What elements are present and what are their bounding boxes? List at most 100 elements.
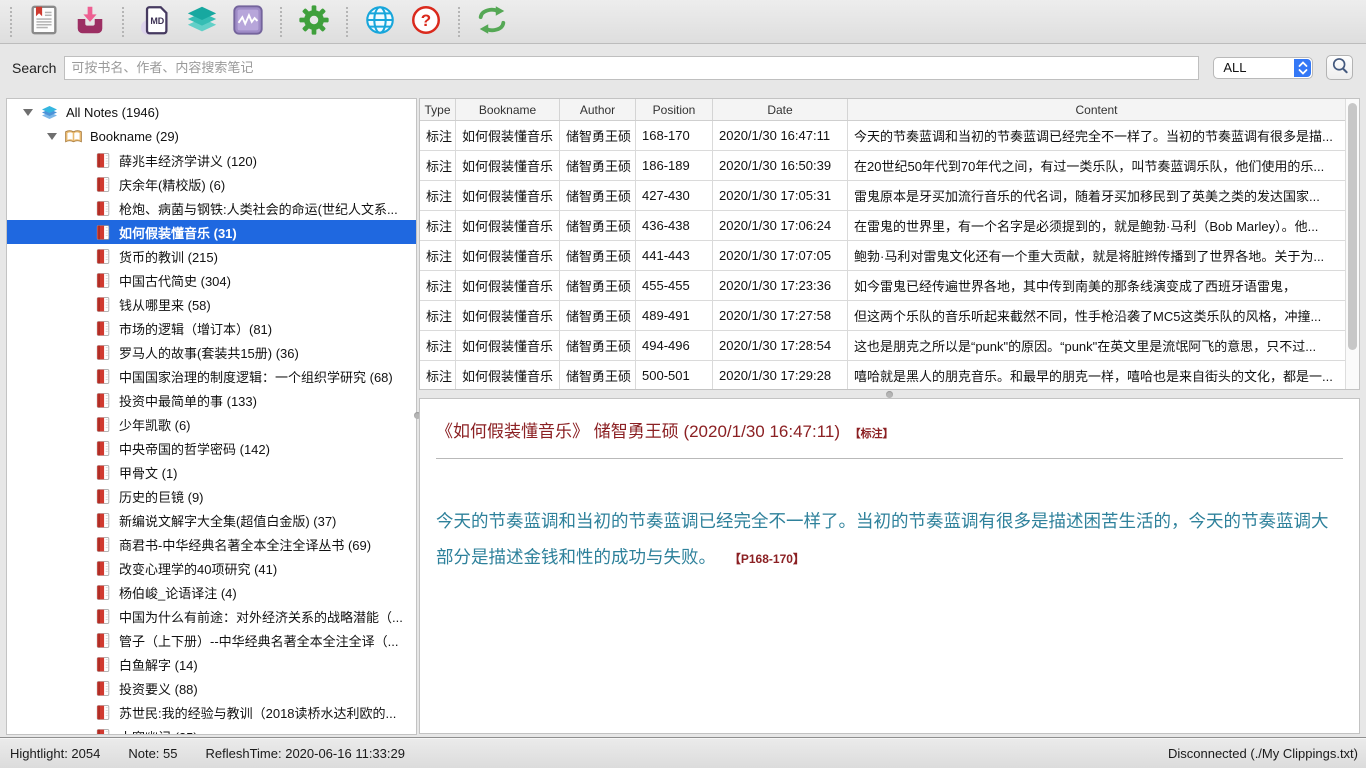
disclosure-triangle-icon[interactable] [47,133,57,140]
sidebar-book-item[interactable]: 管子（上下册）--中华经典名著全本全注全译（... [7,628,416,652]
table-row[interactable]: 标注 如何假装懂音乐 储智勇王硕 455-455 2020/1/30 17:23… [420,271,1345,301]
horizontal-splitter-handle[interactable] [886,391,893,398]
table-row[interactable]: 标注 如何假装懂音乐 储智勇王硕 441-443 2020/1/30 17:07… [420,241,1345,271]
sidebar-book-item[interactable]: 如何假装懂音乐 (31) [7,220,416,244]
sidebar-book-item[interactable]: 苏世民:我的经验与教训（2018读桥水达利欧的... [7,700,416,724]
table-scrollbar-track[interactable] [1345,99,1359,389]
cell-content: 鲍勃·马利对雷鬼文化还有一个重大贡献，就是将脏辫传播到了世界各地。关于为... [848,241,1345,270]
note-detail-body: 今天的节奏蓝调和当初的节奏蓝调已经完全不一样了。当初的节奏蓝调有很多是描述困苦生… [436,503,1343,577]
table-row[interactable]: 标注 如何假装懂音乐 储智勇王硕 494-496 2020/1/30 17:28… [420,331,1345,361]
cell-content: 在20世纪50年代到70年代之间，有过一类乐队，叫节奏蓝调乐队，他们使用的乐..… [848,151,1345,180]
red-book-icon [93,224,112,241]
sidebar-book-item[interactable]: 庆余年(精校版) (6) [7,172,416,196]
column-header-bookname[interactable]: Bookname [456,99,560,120]
sidebar-book-item[interactable]: 投资要义 (88) [7,676,416,700]
sidebar-book-item[interactable]: 中国为什么有前途：对外经济关系的战略潜能（... [7,604,416,628]
refresh-time: RefleshTime: 2020-06-16 11:33:29 [206,746,405,761]
column-header-position[interactable]: Position [636,99,713,120]
sidebar-item-bookname-group[interactable]: Bookname (29) [7,124,416,148]
red-book-icon [93,392,112,409]
question-mark-icon: ? [409,3,443,40]
sidebar-book-item[interactable]: 市场的逻辑（增订本）(81) [7,316,416,340]
sidebar-book-item[interactable]: 小窗幽记 (35) [7,724,416,735]
cell-bookname: 如何假装懂音乐 [456,241,560,270]
sidebar-book-item[interactable]: 杨伯峻_论语译注 (4) [7,580,416,604]
search-input[interactable] [64,56,1199,80]
table-row[interactable]: 标注 如何假装懂音乐 储智勇王硕 168-170 2020/1/30 16:47… [420,121,1345,151]
sidebar-item-all-notes[interactable]: All Notes (1946) [7,100,416,124]
table-scrollbar-thumb[interactable] [1348,103,1357,350]
red-book-icon [93,680,112,697]
table-row[interactable]: 标注 如何假装懂音乐 储智勇王硕 427-430 2020/1/30 17:05… [420,181,1345,211]
filter-dropdown[interactable]: ALL [1213,57,1313,79]
red-book-icon [93,344,112,361]
status-bar: Hightlight: 2054 Note: 55 RefleshTime: 2… [0,737,1366,768]
red-book-icon [93,608,112,625]
help-button[interactable]: ? [408,4,444,40]
search-go-button[interactable] [1326,55,1353,80]
sidebar-book-item[interactable]: 枪炮、病菌与钢铁:人类社会的命运(世纪人文系... [7,196,416,220]
cell-content: 如今雷鬼已经传遍世界各地，其中传到南美的那条线演变成了西班牙语雷鬼， [848,271,1345,300]
search-row: Search ALL [0,45,1366,90]
book-list: 薛兆丰经济学讲义 (120) 庆余年(精校版) (6) [7,148,416,735]
sync-arrows-icon [475,3,509,40]
sidebar-book-item[interactable]: 商君书-中华经典名著全本全注全译丛书 (69) [7,532,416,556]
sidebar-book-item[interactable]: 少年凯歌 (6) [7,412,416,436]
sidebar-book-item[interactable]: 甲骨文 (1) [7,460,416,484]
disclosure-triangle-icon[interactable] [23,109,33,116]
cell-position: 436-438 [636,211,713,240]
sidebar-book-item[interactable]: 货币的教训 (215) [7,244,416,268]
cell-date: 2020/1/30 16:47:11 [713,121,848,150]
cell-content: 雷鬼原本是牙买加流行音乐的代名词，随着牙买加移民到了英美之类的发达国家... [848,181,1345,210]
note-detail-title: 《如何假装懂音乐》 储智勇王硕 (2020/1/30 16:47:11) [436,422,840,441]
sidebar-book-item[interactable]: 钱从哪里来 (58) [7,292,416,316]
table-row[interactable]: 标注 如何假装懂音乐 储智勇王硕 500-501 2020/1/30 17:29… [420,361,1345,390]
markdown-export-button[interactable]: MD [138,4,174,40]
notes-document-icon [27,3,61,40]
layers-button[interactable] [184,4,220,40]
cell-bookname: 如何假装懂音乐 [456,361,560,390]
chevron-up-down-icon [1294,59,1311,77]
notes-document-button[interactable] [26,4,62,40]
book-label: 白鱼解字 (14) [119,655,198,674]
cell-author: 储智勇王硕 [560,121,636,150]
notes-table-body: 标注 如何假装懂音乐 储智勇王硕 168-170 2020/1/30 16:47… [420,121,1345,389]
column-header-type[interactable]: Type [420,99,456,120]
table-row[interactable]: 标注 如何假装懂音乐 储智勇王硕 436-438 2020/1/30 17:06… [420,211,1345,241]
settings-button[interactable] [296,4,332,40]
book-label: 投资要义 (88) [119,679,198,698]
note-position-tag: 【P168-170】 [729,552,805,566]
sidebar-book-item[interactable]: 历史的巨镜 (9) [7,484,416,508]
sidebar-book-item[interactable]: 改变心理学的40项研究 (41) [7,556,416,580]
book-label: 薛兆丰经济学讲义 (120) [119,151,257,170]
all-notes-stack-icon [40,104,59,121]
column-header-content[interactable]: Content [848,99,1345,120]
sidebar-book-item[interactable]: 投资中最简单的事 (133) [7,388,416,412]
red-book-icon [93,728,112,736]
sidebar-book-item[interactable]: 中国古代简史 (304) [7,268,416,292]
sidebar-book-item[interactable]: 新编说文解字大全集(超值白金版) (37) [7,508,416,532]
sidebar-book-item[interactable]: 白鱼解字 (14) [7,652,416,676]
book-label: 苏世民:我的经验与教训（2018读桥水达利欧的... [119,703,396,722]
markdown-file-icon: MD [139,3,173,40]
column-header-author[interactable]: Author [560,99,636,120]
web-button[interactable] [362,4,398,40]
book-label: 管子（上下册）--中华经典名著全本全注全译（... [119,631,399,650]
sidebar-book-item[interactable]: 薛兆丰经济学讲义 (120) [7,148,416,172]
sync-button[interactable] [474,4,510,40]
table-row[interactable]: 标注 如何假装懂音乐 储智勇王硕 186-189 2020/1/30 16:50… [420,151,1345,181]
table-row[interactable]: 标注 如何假装懂音乐 储智勇王硕 489-491 2020/1/30 17:27… [420,301,1345,331]
sidebar-book-item[interactable]: 中国国家治理的制度逻辑：一个组织学研究 (68) [7,364,416,388]
svg-text:?: ? [421,11,431,30]
stats-button[interactable] [230,4,266,40]
detail-divider [436,458,1343,459]
cell-date: 2020/1/30 17:29:28 [713,361,848,390]
column-header-date[interactable]: Date [713,99,848,120]
sidebar-book-item[interactable]: 中央帝国的哲学密码 (142) [7,436,416,460]
cell-author: 储智勇王硕 [560,211,636,240]
cell-date: 2020/1/30 17:28:54 [713,331,848,360]
red-book-icon [93,512,112,529]
sidebar-book-item[interactable]: 罗马人的故事(套装共15册) (36) [7,340,416,364]
import-clippings-button[interactable] [72,4,108,40]
globe-icon [363,3,397,40]
